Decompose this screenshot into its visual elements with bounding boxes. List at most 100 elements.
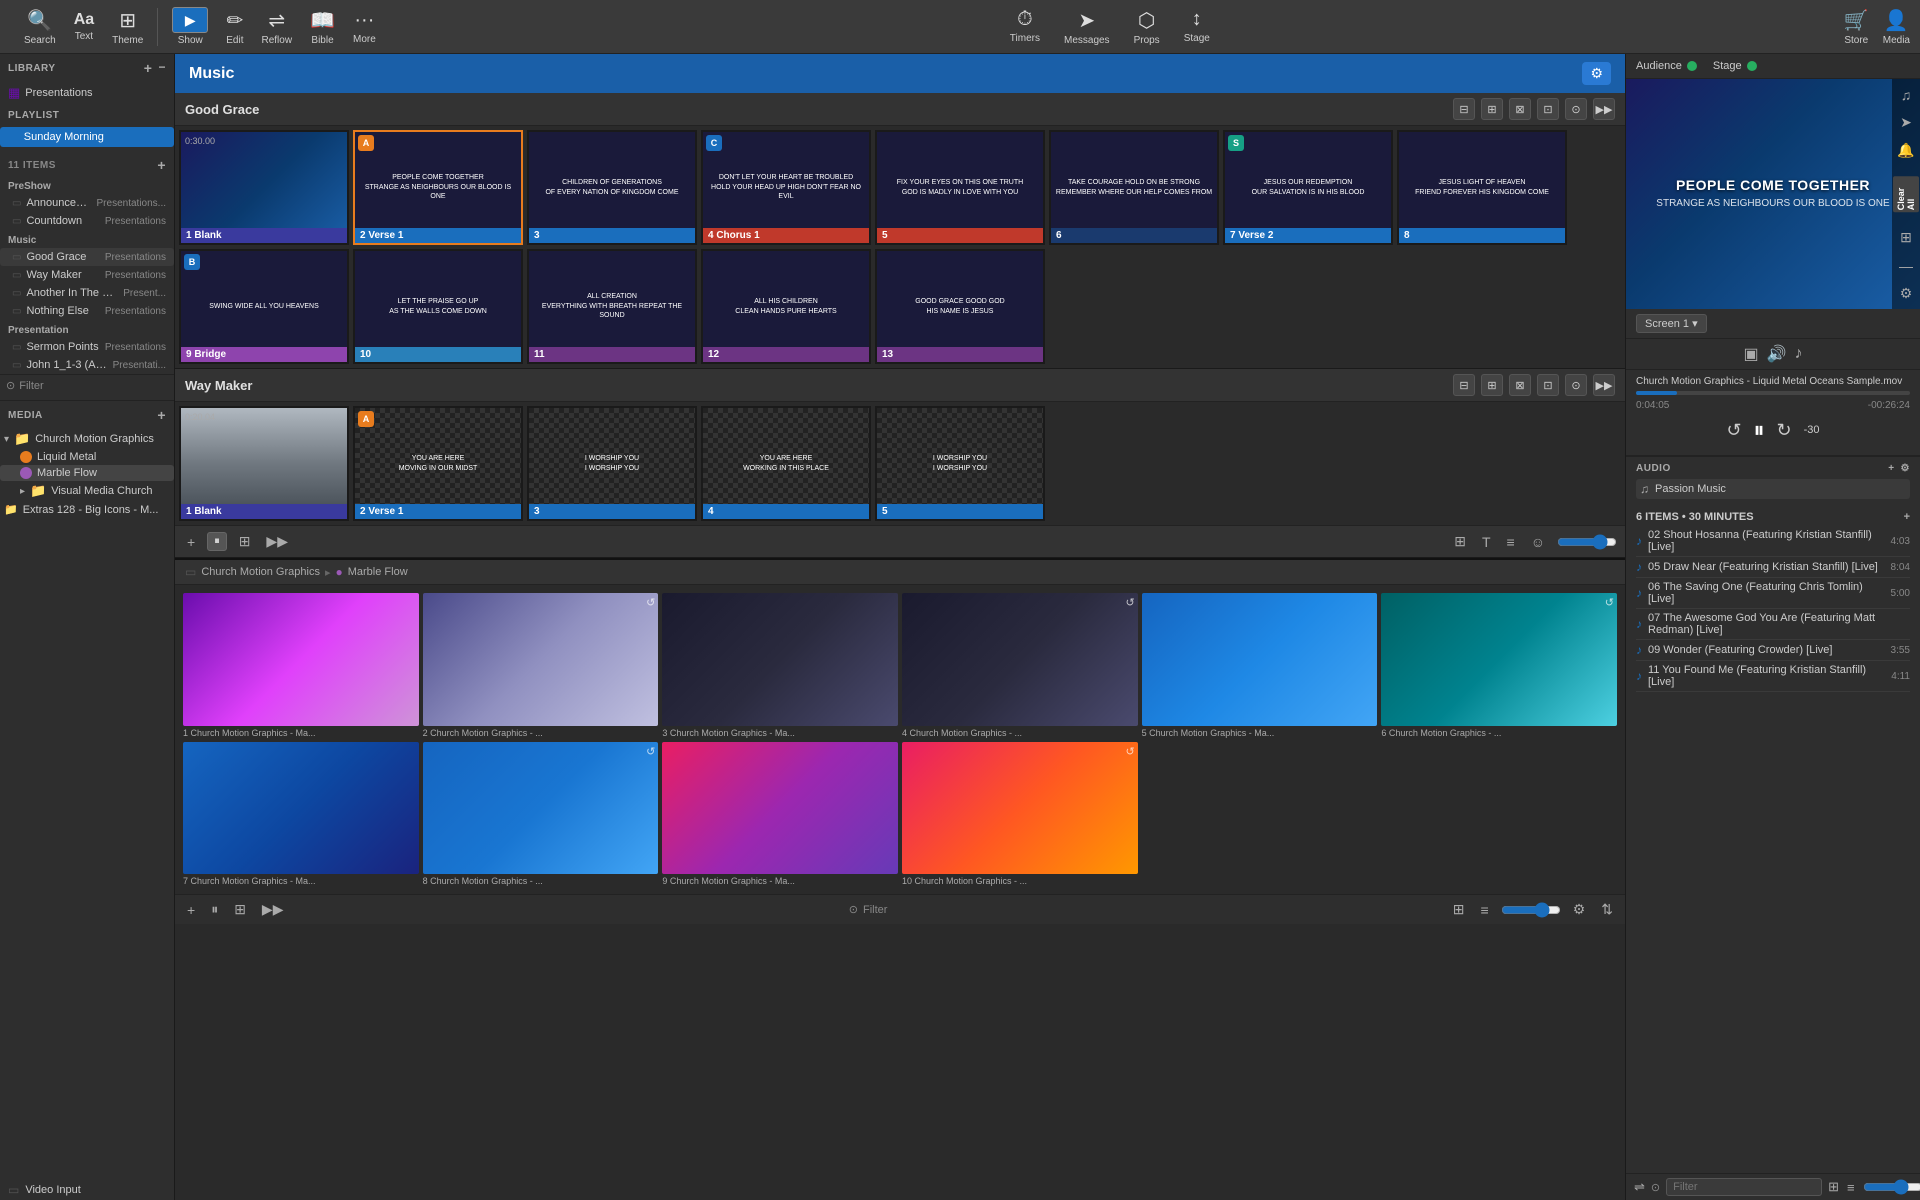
media-grid-view-btn[interactable]: ⊞ <box>1449 899 1469 920</box>
extras-item[interactable]: 📁 Extras 128 - Big Icons - M... <box>0 501 174 518</box>
wm-ctrl-6[interactable]: ▶▶ <box>1593 374 1615 396</box>
another-in-fire-item[interactable]: ▭ Another In The Fire Present... <box>0 284 174 302</box>
gg-ctrl-2[interactable]: ⊞ <box>1481 98 1503 120</box>
media-item-6[interactable]: ↺ 6 Church Motion Graphics - ... <box>1381 593 1617 738</box>
text-toggle-btn[interactable]: T <box>1478 532 1495 552</box>
media-sort-btn[interactable]: ⇅ <box>1597 899 1617 920</box>
media-pause-btn[interactable]: ⏸ <box>207 899 222 920</box>
messages-tool[interactable]: ➤ Messages <box>1064 8 1110 46</box>
good-grace-item[interactable]: ▭ Good Grace Presentations <box>0 248 174 266</box>
liquid-metal-item[interactable]: Liquid Metal <box>0 449 174 465</box>
rp-grid-icon[interactable]: ⊞ <box>1895 228 1917 248</box>
gg-ctrl-5[interactable]: ⊙ <box>1565 98 1587 120</box>
wm-ctrl-5[interactable]: ⊙ <box>1565 374 1587 396</box>
audio-add-btn[interactable]: + <box>1888 463 1894 474</box>
countdown-item[interactable]: ▭ Countdown Presentations <box>0 212 174 230</box>
rp-arrow-icon[interactable]: ➤ <box>1895 113 1917 133</box>
media-path-current[interactable]: Marble Flow <box>348 566 408 578</box>
wm-slide-2[interactable]: YOU ARE HEREMOVING IN OUR MIDST A 2 Vers… <box>353 406 523 521</box>
items-add-btn[interactable]: + <box>157 157 166 173</box>
list-toggle-btn[interactable]: ≡ <box>1503 532 1519 552</box>
gg-ctrl-4[interactable]: ⊡ <box>1537 98 1559 120</box>
gg-slide-13[interactable]: GOOD GRACE GOOD GODHIS NAME IS JESUS 13 <box>875 249 1045 364</box>
reflow-tool[interactable]: ⇌ Reflow <box>262 8 293 46</box>
right-size-slider[interactable] <box>1863 1179 1920 1195</box>
pause-main-btn[interactable]: ⏸ <box>1754 417 1765 443</box>
gg-slide-3[interactable]: CHILDREN OF GENERATIONSOF EVERY NATION O… <box>527 130 697 245</box>
edit-tool[interactable]: ✏ Edit <box>226 8 243 46</box>
music-settings-btn[interactable]: ⚙ <box>1582 62 1611 85</box>
media-add-btn[interactable]: + <box>157 407 166 423</box>
gg-slide-7[interactable]: JESUS OUR REDEMPTIONOUR SALVATION IS IN … <box>1223 130 1393 245</box>
wm-ctrl-3[interactable]: ⊠ <box>1509 374 1531 396</box>
announcements-item[interactable]: ▭ Announcements Presentations... <box>0 194 174 212</box>
timers-tool[interactable]: ⏱ Timers <box>1010 8 1040 46</box>
rbt-list-btn[interactable]: ≡ <box>1847 1180 1855 1195</box>
video-input-item[interactable]: ▭ Video Input <box>0 1180 174 1200</box>
forward-btn[interactable]: ↻ <box>1777 420 1792 441</box>
rp-music-icon[interactable]: ♫ <box>1895 85 1917 105</box>
gg-ctrl-6[interactable]: ▶▶ <box>1593 98 1615 120</box>
search-tool[interactable]: 🔍 Search <box>24 8 56 46</box>
bible-tool[interactable]: 📖 Bible <box>310 8 335 46</box>
wm-ctrl-4[interactable]: ⊡ <box>1537 374 1559 396</box>
audio-item[interactable]: ♫ Passion Music <box>1636 479 1910 499</box>
show-tool[interactable]: ▶ Show <box>172 7 208 46</box>
marble-flow-item[interactable]: Marble Flow <box>0 465 174 481</box>
props-tool[interactable]: ⬡ Props <box>1134 8 1160 46</box>
clear-btn[interactable]: Clear All <box>1893 176 1919 212</box>
theme-tool[interactable]: ⊞ Theme <box>112 8 143 46</box>
library-collapse-btn[interactable]: − <box>158 60 166 76</box>
church-motion-folder[interactable]: ▾ 📁 Church Motion Graphics <box>0 429 174 449</box>
screen-select-btn[interactable]: Screen 1 ▾ <box>1636 314 1707 333</box>
items-add-btn[interactable]: + <box>1904 511 1910 523</box>
way-maker-item[interactable]: ▭ Way Maker Presentations <box>0 266 174 284</box>
more-tool[interactable]: ··· More <box>353 9 376 45</box>
rbt-shuffle-btn[interactable]: ⇌ <box>1634 1179 1645 1195</box>
gg-slide-1[interactable]: 0:30.00 1 Blank <box>179 130 349 245</box>
grid-toggle-btn[interactable]: ⊞ <box>1450 531 1470 552</box>
gg-ctrl-1[interactable]: ⊟ <box>1453 98 1475 120</box>
item-1[interactable]: ♪ 02 Shout Hosanna (Featuring Kristian S… <box>1636 526 1910 557</box>
text-tool[interactable]: Aa Text <box>74 11 94 42</box>
item-6[interactable]: ♪ 11 You Found Me (Featuring Kristian St… <box>1636 661 1910 692</box>
media-item-10[interactable]: ↺ 10 Church Motion Graphics - ... <box>902 742 1138 887</box>
item-3[interactable]: ♪ 06 The Saving One (Featuring Chris Tom… <box>1636 578 1910 609</box>
gg-slide-2[interactable]: PEOPLE COME TOGETHERSTRANGE AS NEIGHBOUR… <box>353 130 523 245</box>
audio-settings-btn[interactable]: ⚙ <box>1901 463 1910 474</box>
wm-slide-3[interactable]: I WORSHIP YOUI WORSHIP YOU 3 <box>527 406 697 521</box>
wm-ctrl-2[interactable]: ⊞ <box>1481 374 1503 396</box>
show-play-btn[interactable]: ▶ <box>172 7 208 33</box>
gg-slide-5[interactable]: FIX YOUR EYES ON THIS ONE TRUTHGOD IS MA… <box>875 130 1045 245</box>
presentations-item[interactable]: ▦ Presentations <box>0 82 174 104</box>
progress-bar-container[interactable] <box>1636 391 1910 395</box>
wm-slide-5[interactable]: I WORSHIP YOUI WORSHIP YOU 5 <box>875 406 1045 521</box>
add-slide-btn[interactable]: + <box>183 532 199 552</box>
gg-slide-11[interactable]: ALL CREATIONEVERYTHING WITH BREATH REPEA… <box>527 249 697 364</box>
media-item-3[interactable]: 3 Church Motion Graphics - Ma... <box>662 593 898 738</box>
gg-slide-6[interactable]: TAKE COURAGE HOLD ON BE STRONGREMEMBER W… <box>1049 130 1219 245</box>
john-item[interactable]: ▭ John 1_1-3 (ASB) Presentati... <box>0 356 174 374</box>
gg-slide-4[interactable]: DON'T LET YOUR HEART BE TROUBLEDHOLD YOU… <box>701 130 871 245</box>
sunday-morning-playlist[interactable]: ☰ Sunday Morning <box>0 127 174 147</box>
gg-slide-10[interactable]: LET THE PRAISE GO UPAS THE WALLS COME DO… <box>353 249 523 364</box>
speed-btn[interactable]: -30 <box>1804 424 1820 436</box>
item-5[interactable]: ♪ 09 Wonder (Featuring Crowder) [Live] 3… <box>1636 640 1910 661</box>
media-grid-btn[interactable]: ⊞ <box>230 899 250 920</box>
media-list-view-btn[interactable]: ≡ <box>1477 900 1493 920</box>
rp-settings-icon[interactable]: ⚙ <box>1895 283 1917 303</box>
media-path-root[interactable]: Church Motion Graphics <box>201 566 320 578</box>
media-item-7[interactable]: 7 Church Motion Graphics - Ma... <box>183 742 419 887</box>
store-tool[interactable]: 🛒 Store <box>1844 8 1869 46</box>
media-settings-btn[interactable]: ⚙ <box>1569 899 1590 920</box>
video-icon[interactable]: ▣ <box>1743 344 1758 364</box>
songs-scroll-area[interactable]: Good Grace ⊟ ⊞ ⊠ ⊡ ⊙ ▶▶ 0:30.00 <box>175 93 1625 1200</box>
media-item-5[interactable]: 5 Church Motion Graphics - Ma... <box>1142 593 1378 738</box>
item-4[interactable]: ♪ 07 The Awesome God You Are (Featuring … <box>1636 609 1910 640</box>
media-tool[interactable]: 👤 Media <box>1883 8 1910 46</box>
rewind-10-btn[interactable]: ↺ <box>1726 420 1741 441</box>
visual-media-item[interactable]: ▸ 📁 Visual Media Church <box>0 481 174 501</box>
nothing-else-item[interactable]: ▭ Nothing Else Presentations <box>0 302 174 320</box>
rp-speaker-icon[interactable]: 🔔 <box>1895 140 1917 160</box>
gg-slide-9[interactable]: SWING WIDE ALL YOU HEAVENS B 9 Bridge <box>179 249 349 364</box>
